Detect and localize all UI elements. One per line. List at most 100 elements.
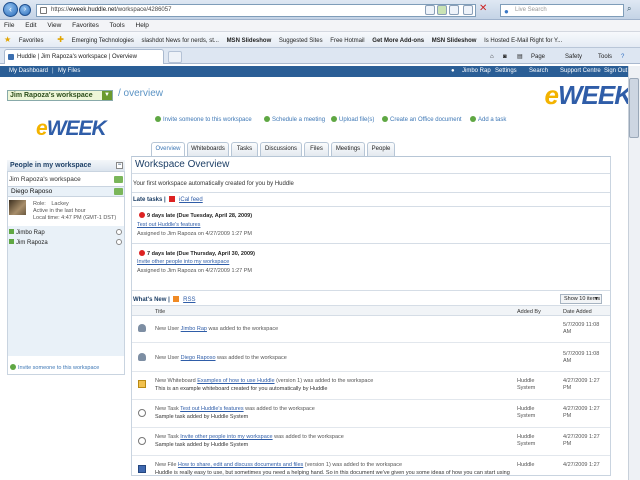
compatibility-icon[interactable] <box>425 5 435 15</box>
alert-icon <box>139 212 145 218</box>
add-icon <box>10 364 16 370</box>
tools-menu[interactable]: Tools <box>598 51 612 63</box>
people-panel-header: People in my workspace − <box>7 160 125 172</box>
task-icon <box>138 409 146 417</box>
fav-link-hosted-email[interactable]: Is Hosted E-Mail Right for Y... <box>484 38 562 44</box>
menu-bar: File Edit View Favorites Tools Help <box>0 20 640 32</box>
ical-feed-link[interactable]: iCal feed <box>179 197 203 203</box>
member-expand-icon[interactable] <box>116 239 122 245</box>
table-row: New File How to share, edit and discuss … <box>132 456 610 478</box>
safety-menu[interactable]: Safety <box>565 51 582 63</box>
tab-files[interactable]: Files <box>304 142 329 156</box>
task-icon <box>138 437 146 445</box>
tab-meetings[interactable]: Meetings <box>331 142 365 156</box>
fav-link-hotmail[interactable]: Free Hotmail <box>330 38 364 44</box>
menu-view[interactable]: View <box>47 22 61 29</box>
fav-link-msn-slideshow[interactable]: MSN Slideshow <box>227 38 272 44</box>
overview-title: Workspace Overview <box>135 159 230 170</box>
item-link[interactable]: Diego Raposo <box>181 355 216 361</box>
tab-discussions[interactable]: Discussions <box>260 142 302 156</box>
menu-edit[interactable]: Edit <box>25 22 36 29</box>
menu-tools[interactable]: Tools <box>110 22 125 29</box>
stop-icon[interactable]: ✕ <box>479 3 487 15</box>
add-favorite-icon[interactable]: ✚ <box>57 35 64 44</box>
tab-whiteboards[interactable]: Whiteboards <box>187 142 229 156</box>
message-icon[interactable] <box>114 188 123 195</box>
invite-action[interactable]: Invite someone to this workspace <box>155 116 252 123</box>
page-menu[interactable]: Page <box>531 51 545 63</box>
column-date-added[interactable]: Date Added <box>563 309 592 315</box>
add-icon <box>382 116 388 122</box>
menu-help[interactable]: Help <box>136 22 149 29</box>
fav-link-msn-slideshow-2[interactable]: MSN Slideshow <box>432 38 477 44</box>
member-item[interactable]: Jimbo Rap <box>9 229 45 236</box>
member-expand-icon[interactable] <box>116 229 122 235</box>
tab-people[interactable]: People <box>367 142 395 156</box>
feed-icon[interactable] <box>449 5 459 15</box>
item-link[interactable]: How to share, edit and discuss documents… <box>178 462 303 468</box>
tab-overview[interactable]: Overview <box>151 142 185 156</box>
sidebar-invite-link[interactable]: Invite someone to this workspace <box>10 364 99 371</box>
tab-tasks[interactable]: Tasks <box>231 142 258 156</box>
fav-link-slashdot[interactable]: slashdot News for nerds, st... <box>142 38 219 44</box>
scrollbar-thumb[interactable] <box>629 78 639 138</box>
fav-link-suggested[interactable]: Suggested Sites <box>279 38 323 44</box>
late-task-link[interactable]: Test out Huddle's features <box>137 222 200 228</box>
item-link[interactable]: Jimbo Rap <box>181 326 207 332</box>
home-icon[interactable]: ⌂ <box>490 51 494 63</box>
rss-link[interactable]: RSS <box>183 297 195 303</box>
print-icon[interactable]: ▤ <box>517 51 523 63</box>
ssl-lock-icon[interactable] <box>437 5 447 15</box>
live-search-icon: ● <box>504 7 509 16</box>
new-tab-button[interactable] <box>168 51 182 63</box>
refresh-icon[interactable] <box>463 5 473 15</box>
search-go-icon[interactable]: ⌕ <box>627 4 637 16</box>
member-item[interactable]: Jim Rapoza <box>9 239 48 246</box>
item-link[interactable]: Examples of how to use Huddle <box>197 378 274 384</box>
late-task-link[interactable]: Invite other people into my workspace <box>137 259 229 265</box>
workspace-select[interactable]: Jim Rapoza's workspace ▼ <box>7 90 113 101</box>
my-files-link[interactable]: My Files <box>58 66 80 77</box>
menu-file[interactable]: File <box>4 22 14 29</box>
item-link[interactable]: Test out Huddle's features <box>180 406 243 412</box>
address-bar[interactable]: https://eweek.huddle.net/workspace/42860… <box>36 4 476 17</box>
show-items-select[interactable]: Show 10 items ▼ <box>560 294 602 304</box>
eweek-logo: eWEEK <box>544 80 633 110</box>
favorites-button[interactable]: ★ Favorites <box>4 35 50 44</box>
settings-link[interactable]: Settings <box>495 66 517 77</box>
feeds-icon[interactable]: ◙ <box>503 51 507 63</box>
add-person-icon[interactable] <box>114 176 123 183</box>
whiteboard-icon <box>138 380 146 388</box>
user-icon: ● <box>451 68 455 74</box>
huddle-favicon-icon <box>8 54 14 60</box>
late-task-status: 7 days late (Due Thursday, April 30, 200… <box>139 250 255 257</box>
add-task-action[interactable]: Add a task <box>470 116 506 123</box>
my-dashboard-link[interactable]: My Dashboard <box>9 66 48 77</box>
column-added-by[interactable]: Added By <box>517 309 541 315</box>
person-icon <box>9 229 14 234</box>
item-link[interactable]: Invite other people into my workspace <box>180 434 272 440</box>
browser-tab[interactable]: Huddle | Jim Rapoza's workspace | Overvi… <box>4 49 164 64</box>
user-icon <box>138 324 146 332</box>
create-office-doc-action[interactable]: Create an Office document <box>382 116 462 123</box>
search-link[interactable]: Search <box>529 66 548 77</box>
page-icon <box>40 7 47 14</box>
chevron-down-icon: ▼ <box>102 91 112 100</box>
column-title[interactable]: Title <box>155 309 165 315</box>
add-icon <box>264 116 270 122</box>
table-row: New User Jimbo Rap was added to the work… <box>132 316 610 343</box>
support-centre-link[interactable]: Support Centre <box>560 66 601 77</box>
search-input[interactable]: ● Live Search <box>500 4 624 17</box>
fav-link-addons[interactable]: Get More Add-ons <box>372 38 424 44</box>
help-icon[interactable]: ? <box>621 51 624 63</box>
schedule-meeting-action[interactable]: Schedule a meeting <box>264 116 325 123</box>
upload-files-action[interactable]: Upload file(s) <box>331 116 374 123</box>
back-button[interactable]: ‹ <box>3 2 18 17</box>
sign-out-link[interactable]: Sign Out <box>604 66 627 77</box>
selected-person[interactable]: Diego Raposo <box>8 186 124 197</box>
collapse-icon[interactable]: − <box>116 162 123 169</box>
forward-button[interactable]: › <box>19 4 31 16</box>
user-menu[interactable]: Jimbo Rap <box>462 66 491 77</box>
menu-favorites[interactable]: Favorites <box>72 22 99 29</box>
fav-link-emerging[interactable]: Emerging Technologies <box>72 38 134 44</box>
